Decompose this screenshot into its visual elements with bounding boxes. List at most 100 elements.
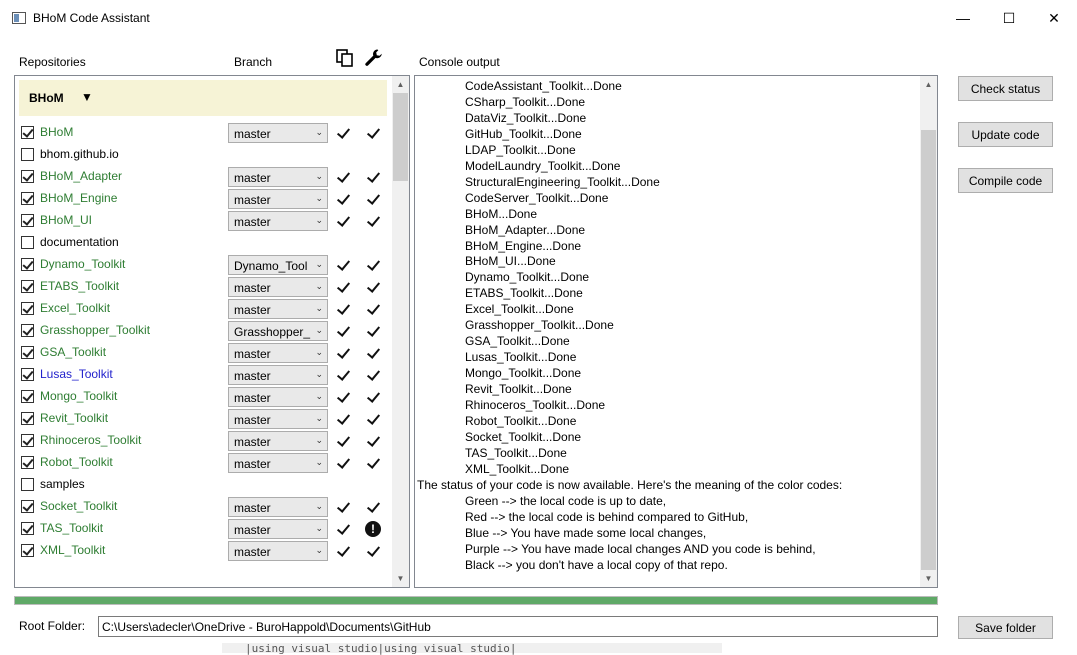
repo-name: TAS_Toolkit <box>40 521 104 535</box>
repo-name: BHoM_Adapter <box>40 169 123 183</box>
check-status-button[interactable]: Check status <box>958 76 1053 101</box>
root-folder-label: Root Folder: <box>19 619 86 633</box>
chevron-down-icon: ⌄ <box>315 545 323 555</box>
copy-icon[interactable] <box>336 49 354 67</box>
minimize-button[interactable]: — <box>940 0 986 36</box>
console-header: Console output <box>419 55 500 69</box>
branch-dropdown[interactable]: master ⌄ <box>228 167 328 187</box>
console-scroll-down-arrow-icon[interactable]: ▼ <box>920 570 937 587</box>
repo-checkbox[interactable] <box>21 390 34 403</box>
maximize-button[interactable]: ☐ <box>986 0 1032 36</box>
repo-name: Robot_Toolkit <box>40 455 113 469</box>
repo-checkbox[interactable] <box>21 522 34 535</box>
compile-code-button[interactable]: Compile code <box>958 168 1053 193</box>
console-scrollbar[interactable]: ▲ ▼ <box>920 76 937 587</box>
repo-checkbox[interactable] <box>21 192 34 205</box>
branch-dropdown[interactable]: master ⌄ <box>228 431 328 451</box>
repo-checkbox[interactable] <box>21 500 34 513</box>
group-label: BHoM <box>29 91 64 105</box>
repo-checkbox[interactable] <box>21 456 34 469</box>
console-line: CodeAssistant_Toolkit...Done <box>465 79 622 93</box>
branch-dropdown[interactable]: Dynamo_Tool ⌄ <box>228 255 328 275</box>
branch-dropdown[interactable]: master ⌄ <box>228 541 328 561</box>
branch-value: master <box>234 127 271 141</box>
check-icon <box>367 280 379 294</box>
progress-bar <box>14 596 938 605</box>
console-line: Mongo_Toolkit...Done <box>465 366 582 381</box>
collapse-arrow-icon[interactable]: ▼ <box>81 90 93 104</box>
repo-checkbox[interactable] <box>21 170 34 183</box>
console-line: BHoM_UI...Done <box>465 254 556 269</box>
console-line: Lusas_Toolkit...Done <box>465 350 577 365</box>
check-icon <box>337 214 349 228</box>
branch-dropdown[interactable]: master ⌄ <box>228 343 328 363</box>
console-line: BHoM...Done <box>465 206 538 221</box>
check-icon <box>367 368 379 382</box>
branch-dropdown[interactable]: master ⌄ <box>228 519 328 539</box>
repo-name: Revit_Toolkit <box>40 411 109 425</box>
repo-checkbox[interactable] <box>21 368 34 381</box>
branch-dropdown[interactable]: master ⌄ <box>228 365 328 385</box>
repo-checkbox[interactable] <box>21 434 34 447</box>
save-folder-button[interactable]: Save folder <box>958 616 1053 639</box>
repo-row: Rhinoceros_Toolkit master ⌄ <box>15 430 391 452</box>
background-code-text: |using visual studio|using visual studio… <box>245 642 517 655</box>
repo-checkbox[interactable] <box>21 148 34 161</box>
repo-name: BHoM <box>40 125 74 139</box>
repo-name: Mongo_Toolkit <box>40 389 118 403</box>
repo-scrollbar[interactable]: ▲ ▼ <box>392 76 409 587</box>
console-line: Red --> the local code is behind compare… <box>465 509 749 524</box>
group-header[interactable]: BHoM ▼ <box>19 80 387 116</box>
repo-checkbox[interactable] <box>21 302 34 315</box>
close-button[interactable]: ✕ <box>1031 0 1077 36</box>
branch-dropdown[interactable]: master ⌄ <box>228 211 328 231</box>
repo-checkbox[interactable] <box>21 280 34 293</box>
scroll-up-arrow-icon[interactable]: ▲ <box>392 76 409 93</box>
repo-checkbox[interactable] <box>21 412 34 425</box>
check-icon <box>367 126 379 140</box>
branch-dropdown[interactable]: master ⌄ <box>228 497 328 517</box>
branch-dropdown[interactable]: Grasshopper_ ⌄ <box>228 321 328 341</box>
root-folder-input[interactable] <box>98 616 938 637</box>
scroll-down-arrow-icon[interactable]: ▼ <box>392 570 409 587</box>
repo-checkbox[interactable] <box>21 478 34 491</box>
repo-checkbox[interactable] <box>21 214 34 227</box>
console-scrollbar-thumb[interactable] <box>921 130 936 570</box>
branch-dropdown[interactable]: master ⌄ <box>228 189 328 209</box>
warning-icon: ! <box>365 521 381 537</box>
branch-dropdown[interactable]: master ⌄ <box>228 299 328 319</box>
branch-dropdown[interactable]: master ⌄ <box>228 453 328 473</box>
console-scroll-up-arrow-icon[interactable]: ▲ <box>920 76 937 93</box>
repo-checkbox[interactable] <box>21 544 34 557</box>
update-code-button[interactable]: Update code <box>958 122 1053 147</box>
branch-value: master <box>234 501 271 515</box>
check-icon <box>367 434 379 448</box>
chevron-down-icon: ⌄ <box>315 127 323 137</box>
branch-value: master <box>234 523 271 537</box>
branch-dropdown[interactable]: master ⌄ <box>228 387 328 407</box>
console-line: BHoM_Engine...Done <box>465 238 582 253</box>
repo-checkbox[interactable] <box>21 346 34 359</box>
repo-checkbox[interactable] <box>21 324 34 337</box>
check-icon <box>367 500 379 514</box>
window-title: BHoM Code Assistant <box>33 11 150 25</box>
repo-checkbox[interactable] <box>21 236 34 249</box>
chevron-down-icon: ⌄ <box>315 435 323 445</box>
repo-row: BHoM_Engine master ⌄ <box>15 188 391 210</box>
check-icon <box>337 434 349 448</box>
branch-value: master <box>234 193 271 207</box>
check-icon <box>337 126 349 140</box>
wrench-icon[interactable] <box>364 48 384 68</box>
console-line: Purple --> You have made local changes A… <box>465 541 816 556</box>
repo-name: samples <box>40 477 85 491</box>
branch-dropdown[interactable]: master ⌄ <box>228 409 328 429</box>
branch-dropdown[interactable]: master ⌄ <box>228 277 328 297</box>
branch-dropdown[interactable]: master ⌄ <box>228 123 328 143</box>
repo-name: bhom.github.io <box>40 147 119 161</box>
repo-checkbox[interactable] <box>21 258 34 271</box>
chevron-down-icon: ⌄ <box>315 501 323 511</box>
check-icon <box>337 170 349 184</box>
repo-checkbox[interactable] <box>21 126 34 139</box>
repo-row: Robot_Toolkit master ⌄ <box>15 452 391 474</box>
scrollbar-thumb[interactable] <box>393 93 408 181</box>
